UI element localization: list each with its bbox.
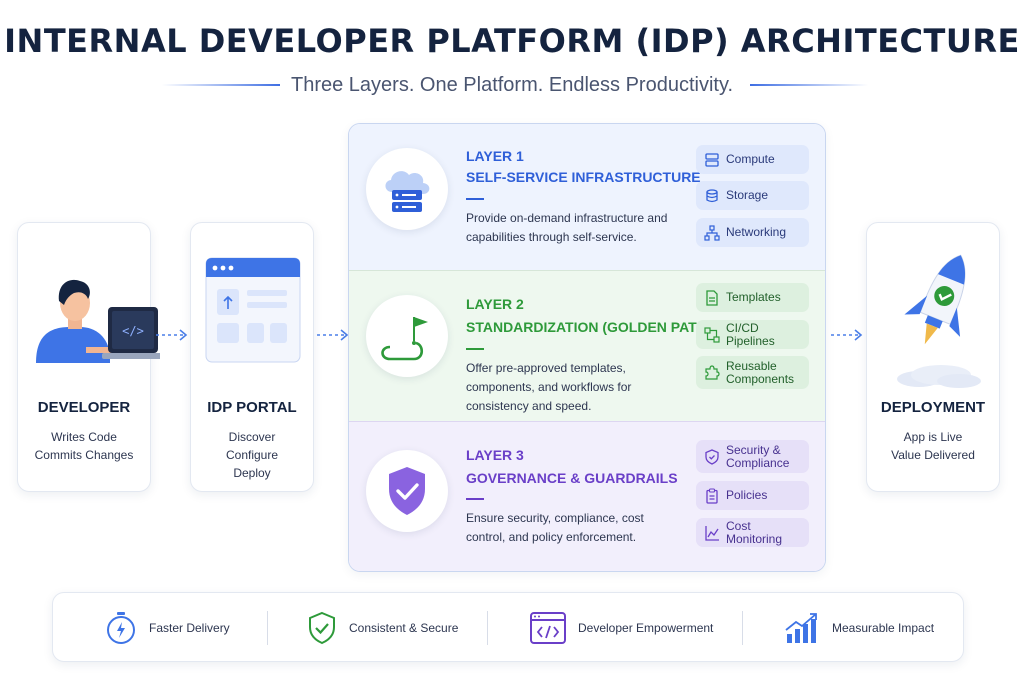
layer-stack: LAYER 1 SELF-SERVICE INFRASTRUCTURE Prov… [348,123,826,572]
layer-1-divider [466,198,484,200]
benefit-consistent-secure-label: Consistent & Secure [349,621,459,635]
arrow-developer-to-portal [156,329,188,341]
developer-card: </> DEVELOPER Writes Code Commits Change… [17,222,160,492]
growth-chart-icon [785,613,817,643]
database-icon [706,188,718,202]
deployment-card: DEPLOYMENT App is Live Value Delivered [866,222,1000,492]
pill-reusable: Reusable Components [696,356,809,389]
idp-portal-card: IDP PORTAL Discover Configure Deploy [190,222,314,492]
layer-2: LAYER 2 STANDARDIZATION (GOLDEN PATHS) O… [349,270,825,421]
clipboard-icon [706,487,718,504]
portal-title: IDP PORTAL [207,399,297,416]
layer-1-description: Provide on-demand infrastructure and cap… [466,211,668,244]
benefit-developer-empowerment: Developer Empowerment [530,593,713,663]
puzzle-icon [705,364,720,380]
pill-storage: Storage [696,181,809,210]
benefit-developer-empowerment-label: Developer Empowerment [578,621,714,635]
pill-compute-label: Compute [726,152,775,166]
stopwatch-icon [107,612,135,644]
layer-3-icon-circle [366,450,448,532]
layer-3-name: GOVERNANCE & GUARDRAILS [466,470,678,486]
pill-reusable-label: Reusable Components [726,358,795,386]
benefit-divider-1 [267,611,268,645]
arrow-layers-to-deployment [831,329,863,341]
pill-cicd: CI/CD Pipelines [696,320,809,349]
developer-laptop-icon: </> [36,279,160,363]
layer-2-divider [466,348,484,350]
benefit-divider-3 [742,611,743,645]
layer-1-number: LAYER 1 [466,148,524,164]
benefit-consistent-secure: Consistent & Secure [307,593,458,663]
developer-title: DEVELOPER [37,399,131,416]
pill-templates-label: Templates [726,290,781,304]
benefit-faster-delivery-label: Faster Delivery [149,621,230,635]
deployment-title: DEPLOYMENT [880,399,986,416]
shield-icon [705,448,719,465]
deployment-line-2: Value Delivered [891,448,975,462]
page-subtitle: Three Layers. One Platform. Endless Prod… [290,74,734,96]
shield-check-icon [309,611,335,645]
deployment-line-1: App is Live [903,430,963,444]
benefit-measurable-impact: Measurable Impact [784,593,934,663]
subtitle-line-right [750,84,868,86]
portal-line-2: Configure [225,448,279,462]
code-window-icon [530,612,566,644]
pill-compute: Compute [696,145,809,174]
pill-policies-label: Policies [726,488,768,502]
layer-1-name: SELF-SERVICE INFRASTRUCTURE [466,169,701,185]
arrow-portal-to-layers [317,329,349,341]
pill-networking-label: Networking [726,225,787,239]
layer-3-description: Ensure security, compliance, cost contro… [466,511,644,544]
benefit-divider-2 [487,611,488,645]
cloud-server-icon [385,171,430,212]
benefit-measurable-impact-label: Measurable Impact [832,621,935,635]
layer-3-divider [466,498,484,500]
portal-line-1: Discover [228,430,276,444]
pill-storage-label: Storage [726,188,769,202]
pill-cost-label: Cost Monitoring [726,518,783,546]
page-title: INTERNAL DEVELOPER PLATFORM (IDP) ARCHIT… [4,22,1020,60]
document-icon [706,289,718,306]
layer-3: LAYER 3 GOVERNANCE & GUARDRAILS Ensure s… [349,421,825,571]
pill-templates: Templates [696,283,809,312]
layer-2-icon-circle [366,295,448,377]
developer-line-2: Commits Changes [34,448,134,462]
developer-line-1: Writes Code [51,430,117,444]
svg-text:</>: </> [122,324,144,338]
benefits-bar: Faster Delivery Consistent & Secure Deve… [52,592,964,662]
pill-cost: Cost Monitoring [696,518,809,547]
layer-2-description: Offer pre-approved templates, components… [466,361,632,413]
layer-1-icon-circle [366,148,448,230]
pill-networking: Networking [696,218,809,247]
pill-security: Security & Compliance [696,440,809,473]
layer-2-number: LAYER 2 [466,296,524,312]
pill-policies: Policies [696,481,809,510]
rocket-icon [897,254,981,388]
benefit-faster-delivery: Faster Delivery [105,593,230,663]
pill-cicd-label: CI/CD Pipelines [726,320,775,348]
layer-3-number: LAYER 3 [466,447,524,463]
pill-security-label: Security & Compliance [726,442,790,470]
portal-window-icon [205,257,301,363]
layer-1: LAYER 1 SELF-SERVICE INFRASTRUCTURE Prov… [349,124,825,270]
pipeline-icon [704,326,720,343]
chart-icon [705,525,719,541]
shield-check-icon [389,467,425,515]
server-icon [705,152,719,167]
network-icon [704,224,720,241]
golden-path-flag-icon [381,317,428,361]
layer-2-name: STANDARDIZATION (GOLDEN PATHS) [466,319,721,335]
portal-line-3: Deploy [233,466,271,480]
